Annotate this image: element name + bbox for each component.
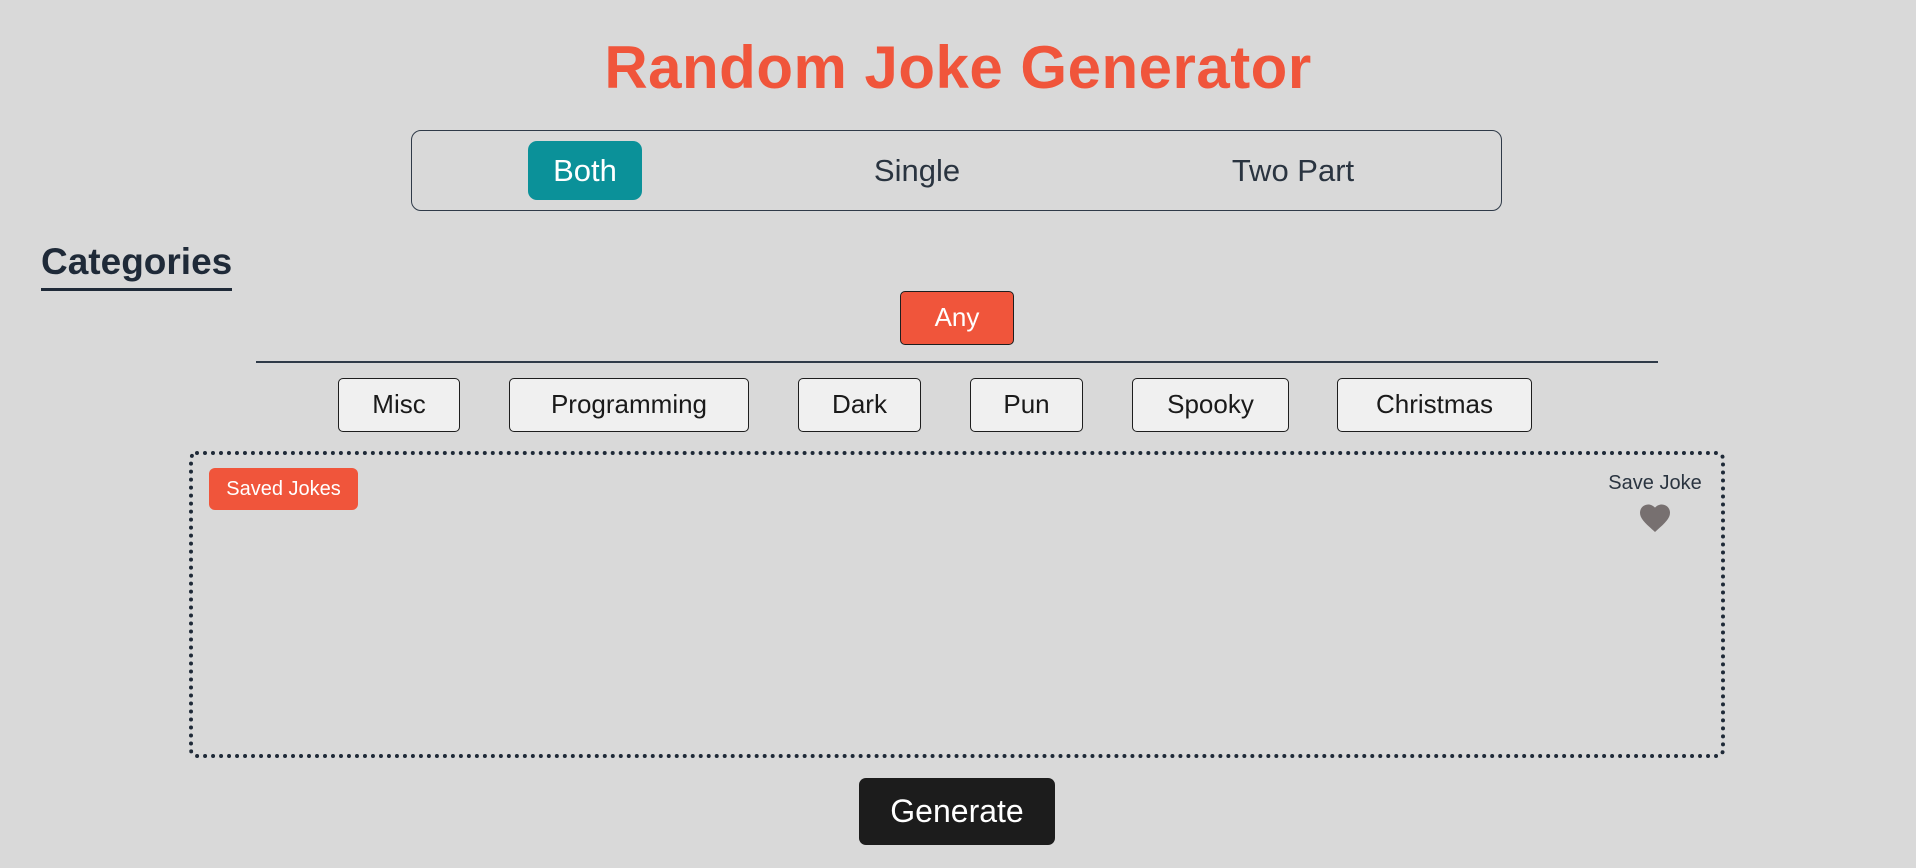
category-spooky-button[interactable]: Spooky <box>1132 378 1289 432</box>
type-option-two-part[interactable]: Two Part <box>1218 141 1368 200</box>
generate-button[interactable]: Generate <box>859 778 1055 845</box>
joke-type-selector: Both Single Two Part <box>411 130 1502 211</box>
category-any-button[interactable]: Any <box>900 291 1014 345</box>
save-joke-label: Save Joke <box>1608 472 1702 494</box>
category-dark-button[interactable]: Dark <box>798 378 921 432</box>
category-pun-button[interactable]: Pun <box>970 378 1083 432</box>
category-divider <box>256 361 1658 363</box>
page-title: Random Joke Generator <box>604 34 1312 101</box>
category-christmas-button[interactable]: Christmas <box>1337 378 1532 432</box>
categories-heading: Categories <box>41 239 233 291</box>
heart-icon-graphic <box>1640 504 1670 533</box>
category-programming-button[interactable]: Programming <box>509 378 749 432</box>
joke-display-area <box>189 451 1725 758</box>
type-option-both[interactable]: Both <box>528 141 642 200</box>
category-misc-button[interactable]: Misc <box>338 378 460 432</box>
heart-icon[interactable] <box>1637 500 1673 536</box>
type-option-single[interactable]: Single <box>852 141 982 200</box>
saved-jokes-button[interactable]: Saved Jokes <box>209 468 358 510</box>
